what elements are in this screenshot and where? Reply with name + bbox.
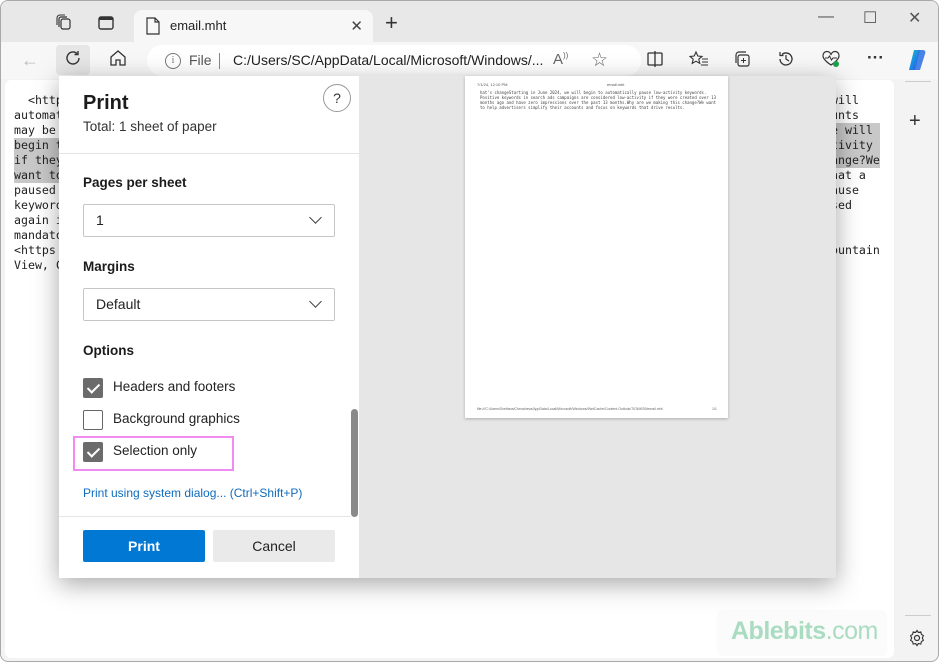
collections-icon[interactable]	[733, 50, 751, 73]
text-line: begin t	[14, 138, 63, 153]
arrow-left-icon: ←	[21, 49, 39, 70]
watermark-text: Ablebits.com	[731, 617, 878, 646]
print-dialog: Print Total: 1 sheet of paper ? Pages pe…	[59, 76, 836, 578]
text-line: again i	[14, 213, 63, 227]
text-line	[831, 213, 880, 228]
tab-title: email.mht	[170, 18, 227, 33]
add-sidebar-app-icon[interactable]: +	[909, 110, 921, 133]
new-tab-button[interactable]: +	[385, 12, 398, 34]
cancel-button[interactable]: Cancel	[213, 530, 335, 562]
preview-page: 7/1/24, 12:10 PM email.mht hat's changeS…	[465, 76, 728, 418]
background-graphics-label: Background graphics	[113, 411, 240, 426]
preview-body: hat's changeStarting in June 2024, we wi…	[480, 90, 717, 110]
favorite-star-icon[interactable]: ☆	[591, 49, 608, 72]
pages-per-sheet-value: 1	[96, 212, 104, 228]
text-line: ange?We	[831, 153, 880, 168]
margins-label: Margins	[83, 259, 135, 274]
address-separator	[219, 53, 220, 69]
copilot-icon[interactable]	[905, 48, 929, 77]
address-bar[interactable]: i File C:/Users/SC/AppData/Local/Microso…	[147, 45, 641, 76]
text-line	[831, 228, 880, 243]
text-line: may be	[14, 123, 63, 137]
background-graphics-checkbox[interactable]	[83, 410, 103, 430]
options-label: Options	[83, 343, 134, 358]
text-line: <http	[14, 93, 63, 107]
text-line: unts	[831, 108, 859, 122]
favorites-icon[interactable]	[688, 50, 709, 73]
help-button[interactable]: ?	[323, 84, 351, 112]
maximize-button[interactable]: ☐	[863, 8, 877, 28]
tab-strip: email.mht ✕ + — ☐ ✕	[1, 1, 938, 43]
split-screen-icon[interactable]	[646, 50, 664, 73]
selection-only-checkbox[interactable]	[83, 442, 103, 462]
text-line: <https	[14, 243, 63, 257]
tab-email[interactable]: email.mht ✕	[134, 10, 373, 43]
home-button[interactable]	[101, 45, 135, 75]
refresh-icon	[64, 49, 82, 72]
selection-only-label: Selection only	[113, 443, 198, 458]
text-line: e will	[831, 123, 880, 138]
text-line: if they	[14, 153, 63, 168]
close-tab-icon[interactable]: ✕	[350, 17, 363, 35]
sidebar-divider	[905, 81, 931, 82]
text-line: keyword	[14, 198, 63, 212]
preview-page-number: 1/1	[712, 407, 717, 411]
back-button[interactable]: ←	[13, 45, 47, 75]
watermark: Ablebits.com	[717, 610, 887, 656]
chevron-down-icon	[309, 295, 322, 308]
system-dialog-link[interactable]: Print using system dialog... (Ctrl+Shift…	[83, 486, 302, 500]
document-icon	[146, 17, 160, 40]
text-line: ause	[831, 183, 859, 197]
home-icon	[109, 49, 127, 72]
margins-value: Default	[96, 296, 141, 312]
print-preview: 7/1/24, 12:10 PM email.mht hat's changeS…	[359, 76, 836, 578]
text-line: paused	[14, 183, 63, 197]
preview-header-date: 7/1/24, 12:10 PM	[477, 82, 508, 87]
preview-header-title: email.mht	[607, 82, 625, 87]
page-text-right: will unts e will tivity ange?We hat a ause sed …	[831, 93, 880, 258]
minimize-button[interactable]: —	[818, 8, 834, 26]
text-line: automat	[14, 108, 63, 122]
settings-gear-icon[interactable]	[908, 629, 926, 652]
browser-essentials-icon[interactable]	[821, 50, 841, 73]
sidebar-divider	[905, 615, 931, 616]
read-aloud-icon[interactable]: A))	[553, 51, 568, 68]
text-line: mandato	[14, 228, 63, 242]
headers-footers-label: Headers and footers	[113, 379, 236, 394]
text-line: ountain	[831, 243, 880, 257]
text-line: View, C	[14, 258, 63, 272]
header-divider	[59, 153, 359, 154]
text-line: tivity	[831, 138, 880, 153]
url-text[interactable]: C:/Users/SC/AppData/Local/Microsoft/Wind…	[233, 52, 543, 68]
text-line: hat a	[831, 168, 866, 182]
tab-actions-icon[interactable]	[97, 14, 115, 32]
headers-footers-checkbox[interactable]	[83, 378, 103, 398]
toolbar: ← i File C:/Users/SC/AppData/Local/Micro…	[1, 42, 938, 79]
footer-divider	[59, 516, 351, 517]
print-button[interactable]: Print	[83, 530, 205, 562]
text-line: want to	[14, 168, 63, 183]
watermark-brand: Ablebits	[731, 617, 826, 645]
info-icon[interactable]: i	[165, 53, 181, 69]
sheet-total: Total: 1 sheet of paper	[83, 119, 217, 134]
text-line: will	[831, 93, 859, 107]
history-icon[interactable]	[777, 50, 795, 73]
dialog-title: Print	[83, 92, 129, 114]
workspaces-icon[interactable]	[55, 14, 73, 32]
edge-sidebar: +	[897, 80, 938, 661]
more-icon[interactable]: ···	[867, 48, 884, 68]
print-settings-panel: Print Total: 1 sheet of paper ? Pages pe…	[59, 76, 359, 578]
watermark-suffix: .com	[825, 617, 879, 645]
settings-scrollbar[interactable]	[351, 409, 358, 517]
pages-per-sheet-label: Pages per sheet	[83, 175, 187, 190]
preview-footer-path: file:///C:/Users/Svetlana/Cheusheva/AppD…	[477, 407, 663, 411]
text-line: sed	[831, 198, 852, 212]
margins-select[interactable]: Default	[83, 288, 335, 321]
pages-per-sheet-select[interactable]: 1	[83, 204, 335, 237]
close-window-button[interactable]: ✕	[908, 8, 921, 28]
scheme-label: File	[189, 52, 212, 68]
refresh-button[interactable]	[56, 45, 90, 75]
chevron-down-icon	[309, 211, 322, 224]
page-text-left: <http automat may be begin t if they want to…	[14, 93, 63, 273]
